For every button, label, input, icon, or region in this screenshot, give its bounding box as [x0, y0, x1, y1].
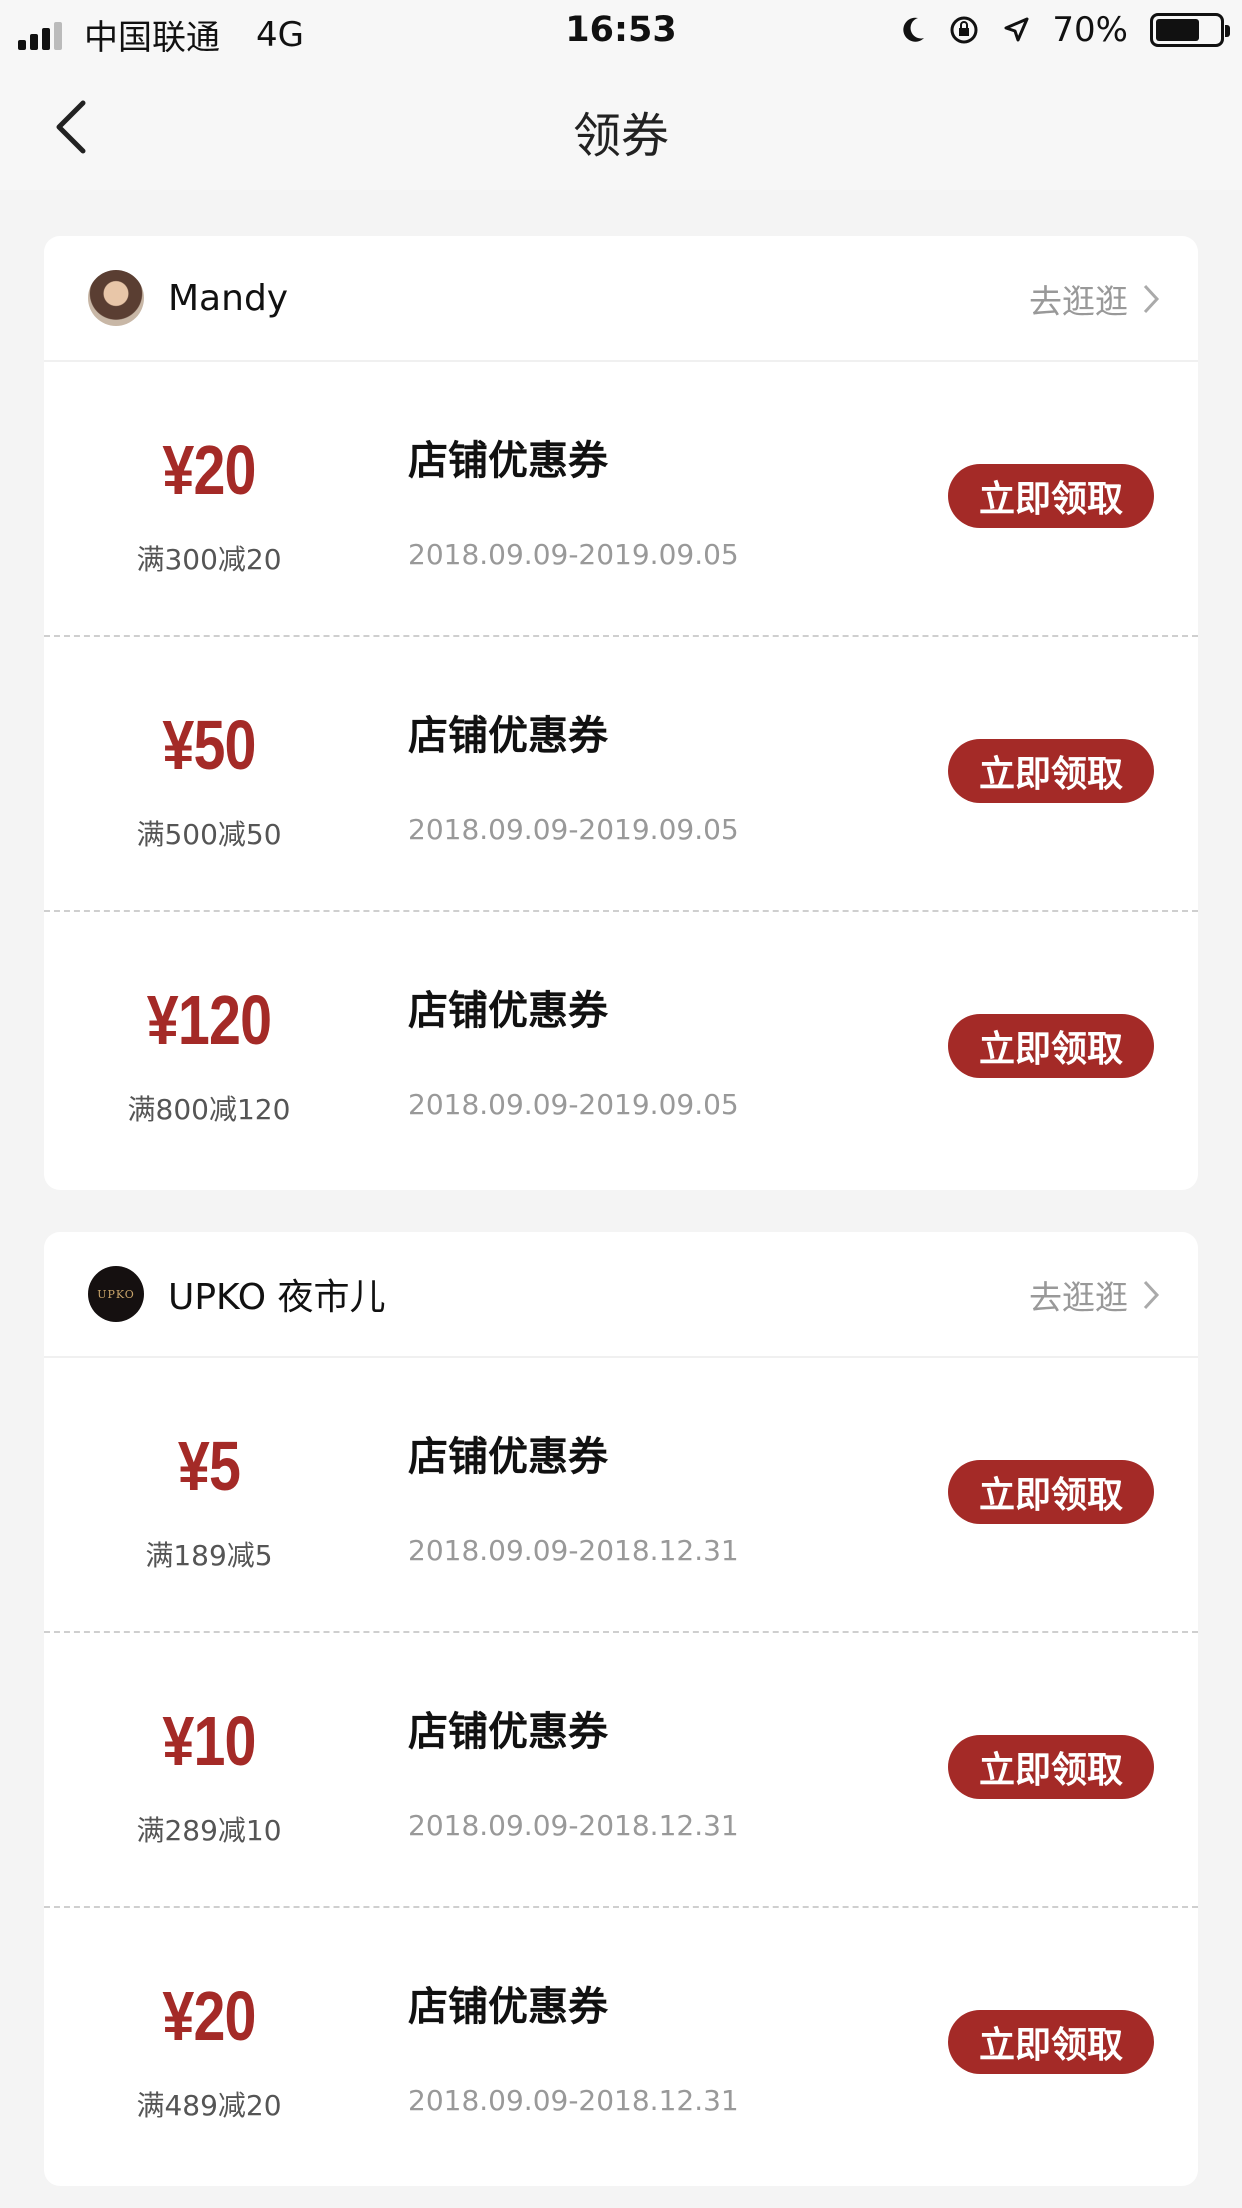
coupon-title: 店铺优惠券	[408, 438, 608, 484]
visit-label: 去逛逛	[1029, 282, 1128, 321]
shop-header: UPKO UPKO 夜市儿 去逛逛	[44, 1232, 1198, 1358]
chevron-right-icon	[1143, 284, 1160, 314]
claim-coupon-button[interactable]: 立即领取	[948, 2010, 1154, 2074]
battery-icon	[1150, 13, 1230, 47]
coupon-condition: 满189减5	[145, 1539, 273, 1572]
coupon-item: ¥10 满289减10 店铺优惠券 2018.09.09-2018.12.31 …	[44, 1633, 1198, 1908]
claim-coupon-button[interactable]: 立即领取	[948, 1460, 1154, 1524]
coupon-condition: 满289减10	[136, 1814, 282, 1847]
coupon-title: 店铺优惠券	[408, 1984, 608, 2030]
coupon-title: 店铺优惠券	[408, 1709, 608, 1755]
rotation-lock-icon	[950, 16, 978, 44]
claim-coupon-button[interactable]: 立即领取	[948, 1014, 1154, 1078]
shop-name: Mandy	[168, 277, 289, 319]
visit-label: 去逛逛	[1029, 1278, 1128, 1317]
avatar	[88, 270, 144, 326]
shop-card: Mandy 去逛逛 ¥20 满300减20 店铺优惠券 2018.09.09-2…	[44, 236, 1198, 1190]
coupon-date: 2018.09.09-2018.12.31	[408, 1809, 739, 1842]
coupon-amount: ¥50	[162, 706, 256, 784]
claim-coupon-button[interactable]: 立即领取	[948, 1735, 1154, 1799]
coupon-title: 店铺优惠券	[408, 713, 608, 759]
visit-shop-link[interactable]: 去逛逛	[1029, 1232, 1160, 1358]
coupon-date: 2018.09.09-2019.09.05	[408, 813, 739, 846]
claim-coupon-button[interactable]: 立即领取	[948, 739, 1154, 803]
moon-icon	[903, 17, 925, 42]
coupon-item: ¥5 满189减5 店铺优惠券 2018.09.09-2018.12.31 立即…	[44, 1358, 1198, 1633]
coupon-condition: 满489减20	[136, 2089, 282, 2122]
coupon-amount: ¥10	[162, 1702, 256, 1780]
coupon-item: ¥50 满500减50 店铺优惠券 2018.09.09-2019.09.05 …	[44, 637, 1198, 912]
coupon-amount: ¥5	[177, 1427, 241, 1505]
coupon-amount: ¥20	[162, 431, 256, 509]
page-title: 领券	[572, 108, 669, 164]
coupon-date: 2018.09.09-2019.09.05	[408, 538, 739, 571]
chevron-right-icon	[1143, 1280, 1160, 1310]
coupon-amount: ¥120	[146, 981, 272, 1059]
coupon-condition: 满300减20	[136, 543, 282, 576]
coupon-condition: 满500减50	[136, 818, 282, 851]
nav-bar: 领券	[0, 62, 1242, 190]
coupon-item: ¥120 满800减120 店铺优惠券 2018.09.09-2019.09.0…	[44, 912, 1198, 1187]
coupon-item: ¥20 满300减20 店铺优惠券 2018.09.09-2019.09.05 …	[44, 362, 1198, 637]
coupon-title: 店铺优惠券	[408, 988, 608, 1034]
visit-shop-link[interactable]: 去逛逛	[1029, 236, 1160, 362]
claim-coupon-button[interactable]: 立即领取	[948, 464, 1154, 528]
coupon-date: 2018.09.09-2018.12.31	[408, 1534, 739, 1567]
coupon-title: 店铺优惠券	[408, 1434, 608, 1480]
coupon-amount: ¥20	[162, 1977, 256, 2055]
coupon-item: ¥20 满489减20 店铺优惠券 2018.09.09-2018.12.31 …	[44, 1908, 1198, 2183]
battery-percent: 70%	[1052, 10, 1128, 50]
coupon-date: 2018.09.09-2019.09.05	[408, 1088, 739, 1121]
coupon-condition: 满800减120	[127, 1093, 291, 1126]
shop-card: UPKO UPKO 夜市儿 去逛逛 ¥5 满189减5 店铺优惠券 2018.0…	[44, 1232, 1198, 2186]
location-icon	[1004, 17, 1029, 42]
shop-logo: UPKO	[88, 1266, 144, 1322]
shop-header: Mandy 去逛逛	[44, 236, 1198, 362]
coupon-date: 2018.09.09-2018.12.31	[408, 2084, 739, 2117]
status-bar: 中国联通 4G 16:53 70%	[0, 0, 1242, 62]
shop-name: UPKO 夜市儿	[168, 1277, 386, 1318]
